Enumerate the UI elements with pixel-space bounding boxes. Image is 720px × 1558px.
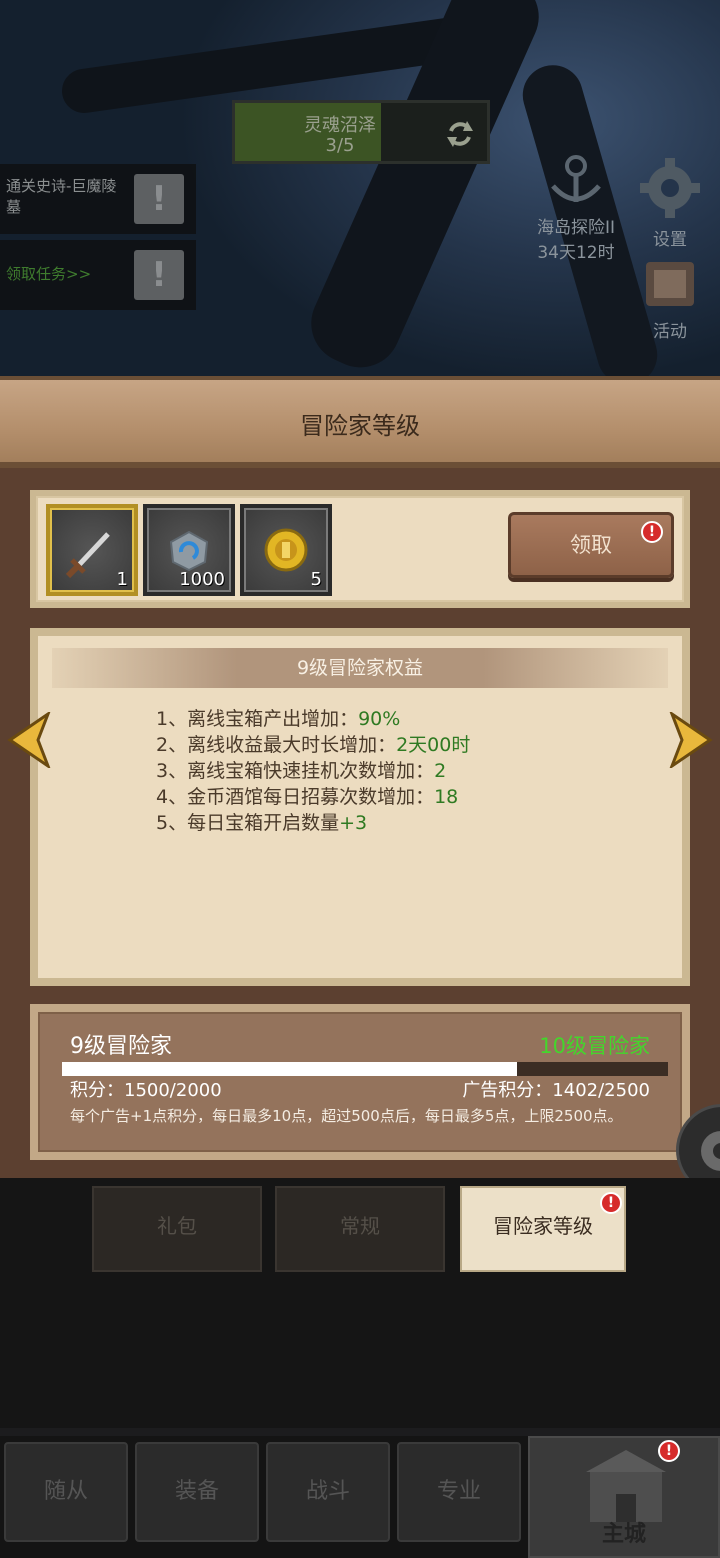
nav-equipment[interactable]: 装备 bbox=[135, 1442, 259, 1542]
alert-badge: ! bbox=[641, 521, 663, 543]
side-task-epic[interactable]: 通关史诗-巨魔陵墓 ! bbox=[0, 164, 196, 234]
benefit-row: 1、离线宝箱产出增加：90% bbox=[156, 706, 656, 732]
benefit-box: 9级冒险家权益 1、离线宝箱产出增加：90% 2、离线收益最大时长增加：2天00… bbox=[30, 628, 690, 986]
settings-label: 设置 bbox=[653, 230, 687, 250]
benefit-value: +3 bbox=[339, 812, 368, 834]
benefit-row: 5、每日宝箱开启数量+3 bbox=[156, 810, 656, 836]
next-level-arrow-icon[interactable] bbox=[666, 712, 716, 768]
reward-item-slot[interactable]: 1000 bbox=[143, 504, 235, 596]
benefit-text: 5、每日宝箱开启数量 bbox=[156, 812, 340, 834]
settings-button[interactable]: 设置 bbox=[628, 156, 712, 250]
ad-points-text: 广告积分：1402/2500 bbox=[462, 1080, 650, 1101]
benefit-row: 2、离线收益最大时长增加：2天00时 bbox=[156, 732, 656, 758]
island-adventure-label: 海岛探险II bbox=[536, 218, 616, 238]
points-note: 每个广告+1点积分，每日最多10点，超过500点后，每日最多5点，上限2500点… bbox=[70, 1107, 623, 1125]
alert-badge: ! bbox=[600, 1192, 622, 1214]
benefit-text: 2、离线收益最大时长增加： bbox=[156, 734, 397, 756]
events-label: 活动 bbox=[653, 322, 687, 342]
alert-badge: ! bbox=[658, 1440, 680, 1462]
island-adventure-button[interactable]: 海岛探险II 34天12时 bbox=[526, 152, 626, 263]
nav-profession[interactable]: 专业 bbox=[397, 1442, 521, 1542]
benefit-row: 4、金币酒馆每日招募次数增加：18 bbox=[156, 784, 656, 810]
events-button[interactable]: 活动 bbox=[628, 256, 712, 342]
side-task-accept[interactable]: 领取任务>> ! bbox=[0, 240, 196, 310]
benefit-text: 4、金币酒馆每日招募次数增加： bbox=[156, 786, 435, 808]
level-progress-bar bbox=[62, 1062, 668, 1076]
tab-regular[interactable]: 常规 bbox=[275, 1186, 445, 1272]
panel-header: 冒险家等级 bbox=[0, 376, 720, 468]
tab-gift-pack[interactable]: 礼包 bbox=[92, 1186, 262, 1272]
benefit-heading: 9级冒险家权益 bbox=[52, 648, 668, 688]
nav-followers[interactable]: 随从 bbox=[4, 1442, 128, 1542]
exclamation-icon: ! bbox=[134, 250, 184, 300]
anchor-icon bbox=[551, 155, 601, 202]
item-quantity: 5 bbox=[310, 569, 322, 590]
level-progress-fill bbox=[62, 1062, 517, 1076]
benefit-row: 3、离线宝箱快速挂机次数增加：2 bbox=[156, 758, 656, 784]
exclamation-icon: ! bbox=[134, 174, 184, 224]
item-quantity: 1000 bbox=[179, 569, 225, 590]
previous-level-arrow-icon[interactable] bbox=[4, 712, 54, 768]
quest-name: 灵魂沼泽 bbox=[304, 115, 376, 136]
quest-count: 3/5 bbox=[325, 135, 355, 156]
level-progress-box: 9级冒险家 10级冒险家 积分：1500/2000 广告积分：1402/2500… bbox=[30, 1004, 690, 1160]
next-level: 10级冒险家 bbox=[539, 1034, 650, 1058]
quest-progress-bar[interactable]: 灵魂沼泽 3/5 bbox=[232, 100, 490, 164]
reward-item-slot[interactable]: 1 bbox=[46, 504, 138, 596]
side-task-label: 通关史诗-巨魔陵墓 bbox=[6, 177, 117, 216]
benefit-value: 2 bbox=[434, 760, 447, 782]
reward-item-slot[interactable]: 5 bbox=[240, 504, 332, 596]
item-quantity: 1 bbox=[116, 569, 128, 590]
benefit-value: 2天00时 bbox=[396, 734, 471, 756]
nav-main-city-label: 主城 bbox=[601, 1522, 646, 1547]
points-text: 积分：1500/2000 bbox=[70, 1080, 222, 1101]
side-task-label: 领取任务>> bbox=[6, 265, 92, 283]
refresh-icon[interactable] bbox=[443, 117, 477, 151]
benefit-value: 90% bbox=[358, 708, 401, 730]
benefit-text: 1、离线宝箱产出增加： bbox=[156, 708, 359, 730]
benefit-list: 1、离线宝箱产出增加：90% 2、离线收益最大时长增加：2天00时 3、离线宝箱… bbox=[156, 706, 656, 836]
island-adventure-timer: 34天12时 bbox=[537, 243, 615, 263]
gear-icon bbox=[640, 158, 700, 218]
benefit-text: 3、离线宝箱快速挂机次数增加： bbox=[156, 760, 435, 782]
scroll-icon bbox=[646, 262, 694, 306]
panel-title: 冒险家等级 bbox=[300, 412, 420, 440]
current-level: 9级冒险家 bbox=[70, 1034, 172, 1059]
benefit-value: 18 bbox=[434, 786, 459, 808]
nav-main-city[interactable]: 主城 bbox=[528, 1436, 720, 1558]
nav-battle[interactable]: 战斗 bbox=[266, 1442, 390, 1542]
